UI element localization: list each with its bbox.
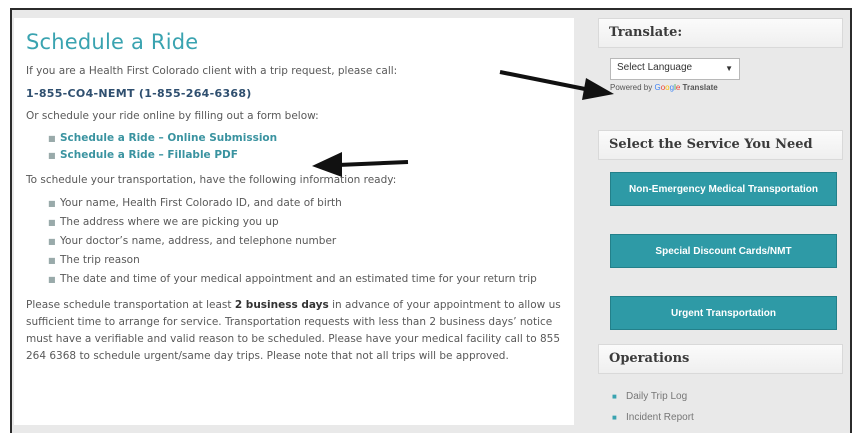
google-logo-letter: e <box>675 83 681 92</box>
bullet-icon: ■ <box>48 275 56 284</box>
notice-bold: 2 business days <box>234 299 329 311</box>
caret-down-icon: ▼ <box>725 64 733 73</box>
bullet-icon: ■ <box>48 237 56 246</box>
language-select-value: Select Language <box>617 62 693 73</box>
intro-text: If you are a Health First Colorado clien… <box>26 65 398 77</box>
link-fillable-pdf[interactable]: ■ Schedule a Ride – Fillable PDF <box>48 147 562 164</box>
arrow-to-language-select-icon <box>499 70 614 100</box>
list-item-text: The trip reason <box>60 254 140 266</box>
translate-heading: Translate: <box>598 18 843 48</box>
bullet-icon: ■ <box>48 134 56 143</box>
link-online-submission[interactable]: ■ Schedule a Ride – Online Submission <box>48 130 562 147</box>
list-item-text: The date and time of your medical appoin… <box>60 273 537 285</box>
link-online-submission-label[interactable]: Schedule a Ride – Online Submission <box>60 132 277 144</box>
ops-item-incident-report[interactable]: ■ Incident Report <box>612 407 694 428</box>
list-item-text: The address where we are picking you up <box>60 216 279 228</box>
ops-item-label[interactable]: Daily Trip Log <box>626 391 687 402</box>
info-list: ■ Your name, Health First Colorado ID, an… <box>48 194 562 289</box>
bullet-icon: ■ <box>48 199 56 208</box>
scheduling-notice: Please schedule transportation at least … <box>26 297 564 365</box>
list-item: ■ Your doctor’s name, address, and teleph… <box>48 232 562 251</box>
list-item: ■ The date and time of your medical appoi… <box>48 270 562 289</box>
bullet-icon: ■ <box>612 413 617 422</box>
bullet-icon: ■ <box>612 392 617 401</box>
page-title: Schedule a Ride <box>26 30 199 54</box>
sidebar: Translate: Select Language ▼ Powered by G… <box>598 18 843 425</box>
list-item: ■ Your name, Health First Colorado ID, an… <box>48 194 562 213</box>
list-item: ■ The address where we are picking you up <box>48 213 562 232</box>
form-links: ■ Schedule a Ride – Online Submission ■ Sc… <box>48 130 562 164</box>
nemt-button[interactable]: Non-Emergency Medical Transportation <box>610 172 837 206</box>
urgent-transportation-button[interactable]: Urgent Transportation <box>610 296 837 330</box>
info-prompt: To schedule your transportation, have th… <box>26 174 397 186</box>
link-fillable-pdf-label[interactable]: Schedule a Ride – Fillable PDF <box>60 149 238 161</box>
discount-cards-button[interactable]: Special Discount Cards/NMT <box>610 234 837 268</box>
services-heading: Select the Service You Need <box>598 130 843 160</box>
language-select[interactable]: Select Language ▼ <box>610 58 740 80</box>
powered-by-label: Powered by <box>610 83 653 92</box>
list-item: ■ The trip reason <box>48 251 562 270</box>
ops-item-daily-trip-log[interactable]: ■ Daily Trip Log <box>612 386 694 407</box>
translate-word[interactable]: Translate <box>683 83 718 92</box>
ops-item-label[interactable]: Incident Report <box>626 412 694 423</box>
list-item-text: Your doctor’s name, address, and telepho… <box>60 235 337 247</box>
notice-pre: Please schedule transportation at least <box>26 299 235 311</box>
phone-number[interactable]: 1-855-CO4-NEMT (1-855-264-6368) <box>26 87 562 100</box>
operations-heading: Operations <box>598 344 843 374</box>
bullet-icon: ■ <box>48 256 56 265</box>
list-item-text: Your name, Health First Colorado ID, and… <box>60 197 342 209</box>
bullet-icon: ■ <box>48 218 56 227</box>
bullet-icon: ■ <box>48 151 56 160</box>
main-content: Schedule a Ride If you are a Health Firs… <box>14 18 574 425</box>
operations-list: ■ Daily Trip Log ■ Incident Report <box>612 386 694 428</box>
powered-by-google: Powered by Google Translate <box>610 83 843 92</box>
online-prompt: Or schedule your ride online by filling … <box>26 110 319 122</box>
arrow-to-online-submission-icon <box>312 152 409 177</box>
